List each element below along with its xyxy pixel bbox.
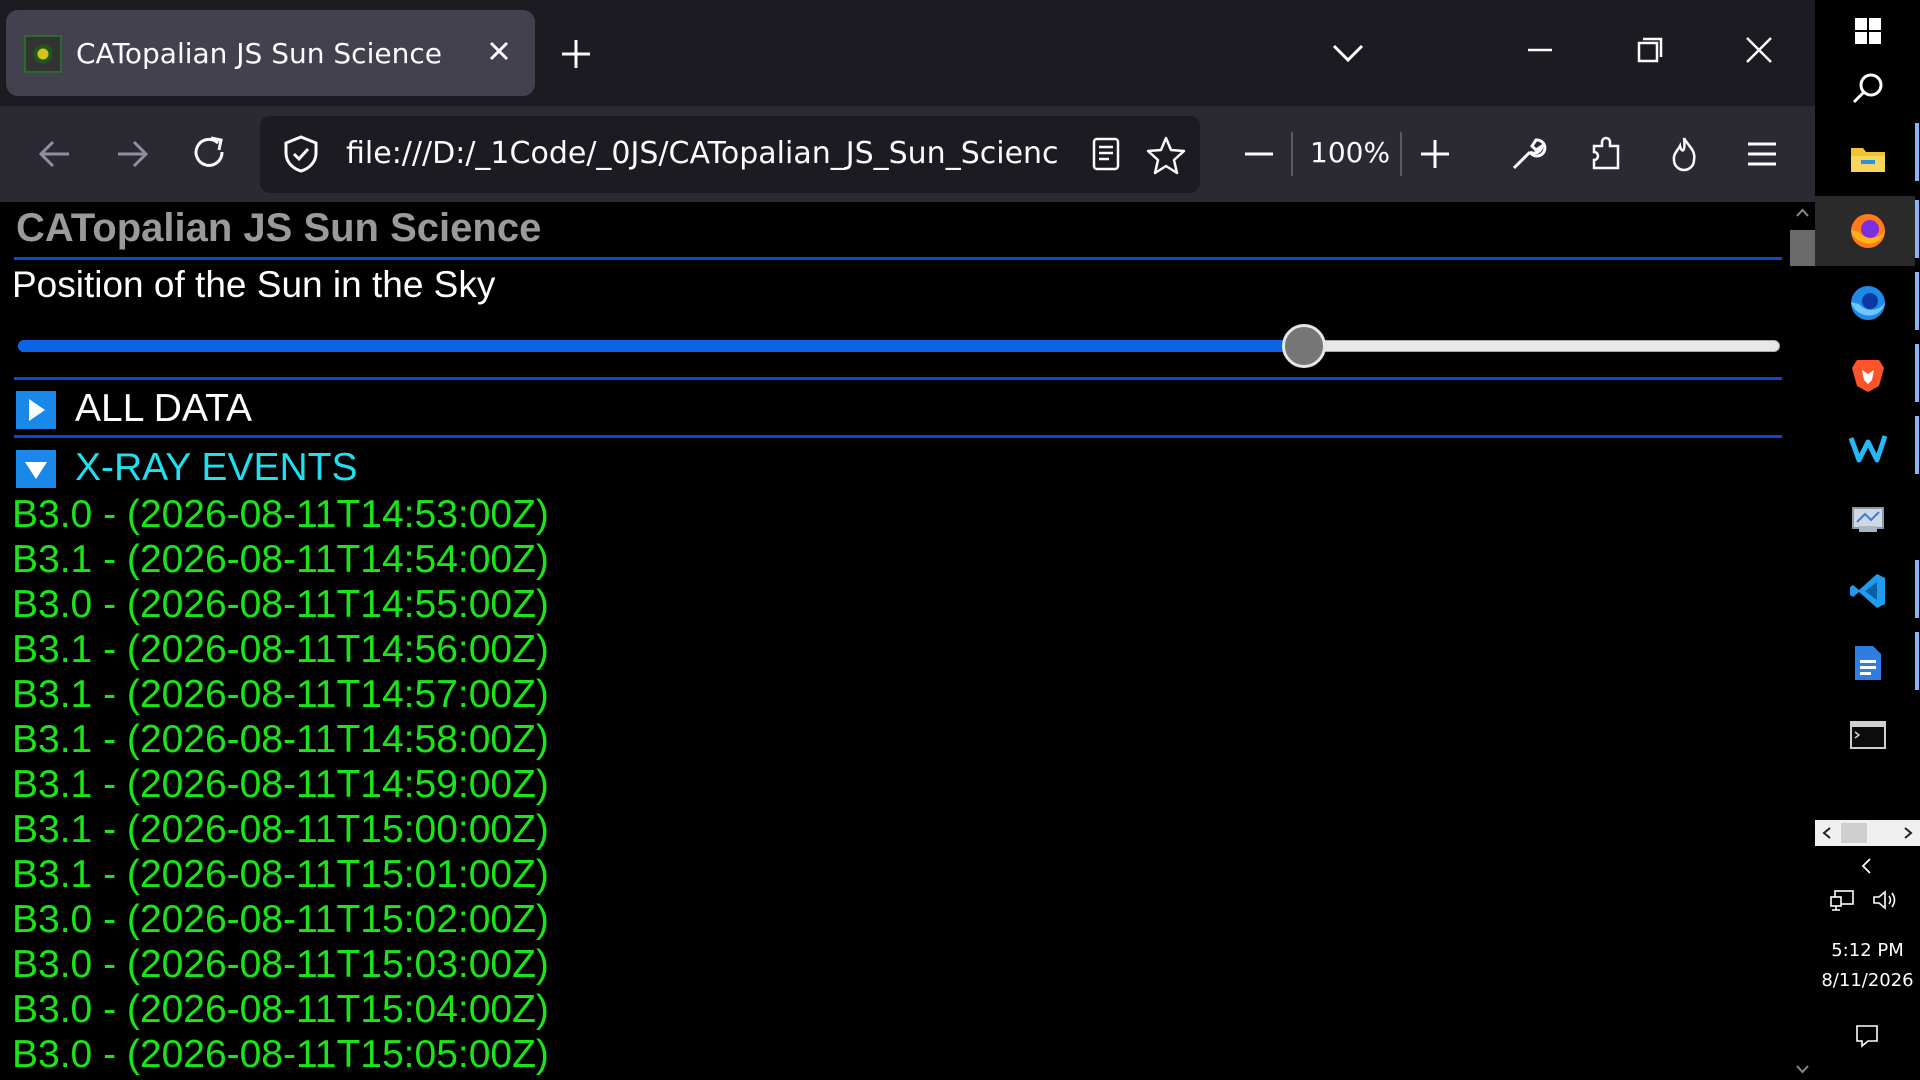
taskbar-active-indicator	[1915, 560, 1919, 618]
address-bar[interactable]: file:///D:/_1Code/_0JS/CATopalian_JS_Sun…	[260, 116, 1200, 193]
xray-event-item: B3.1 - (2026-08-11T15:00:00Z)	[12, 808, 549, 851]
reload-button[interactable]	[188, 132, 232, 176]
docs-icon[interactable]	[1845, 640, 1891, 686]
taskbar-active-indicator	[1915, 123, 1919, 181]
close-window-button[interactable]	[1741, 32, 1777, 68]
browser-window: CATopalian JS Sun Science file:///D:/_1C…	[0, 0, 1815, 1080]
firefox-developer-icon[interactable]	[1845, 280, 1891, 326]
tab-title: CATopalian JS Sun Science	[76, 37, 442, 70]
xray-event-list: B3.0 - (2026-08-11T14:53:00Z) B3.1 - (202…	[12, 492, 549, 1077]
xray-event-item: B3.1 - (2026-08-11T14:57:00Z)	[12, 673, 549, 716]
page-heading: CATopalian JS Sun Science	[16, 206, 542, 250]
new-tab-button[interactable]	[556, 34, 596, 74]
xray-event-item: B3.0 - (2026-08-11T14:55:00Z)	[12, 583, 549, 626]
back-button[interactable]	[33, 132, 77, 176]
restore-button[interactable]	[1632, 32, 1668, 68]
hamburger-menu-icon[interactable]	[1740, 132, 1784, 176]
windsurf-icon[interactable]	[1845, 424, 1891, 470]
brave-icon[interactable]	[1845, 352, 1891, 398]
section-label-xray-events[interactable]: X-RAY EVENTS	[75, 446, 357, 490]
file-explorer-icon[interactable]	[1845, 136, 1891, 182]
divider	[14, 435, 1782, 438]
clock-time[interactable]: 5:12 PM	[1815, 940, 1920, 961]
xray-event-item: B3.0 - (2026-08-11T15:04:00Z)	[12, 988, 549, 1031]
terminal-icon[interactable]	[1845, 712, 1891, 758]
expand-toggle[interactable]	[16, 391, 56, 429]
xray-event-item: B3.1 - (2026-08-11T14:54:00Z)	[12, 538, 549, 581]
scroll-down-icon[interactable]	[1795, 1062, 1810, 1076]
windows-start-icon[interactable]	[1845, 8, 1891, 54]
toolbar-separator	[1400, 132, 1402, 176]
xray-event-item: B3.0 - (2026-08-11T14:53:00Z)	[12, 493, 549, 536]
flame-icon[interactable]	[1662, 132, 1706, 176]
forward-button[interactable]	[110, 132, 154, 176]
zoom-out-button[interactable]	[1237, 132, 1281, 176]
windows-taskbar: 5:12 PM 8/11/2026	[1815, 0, 1920, 1080]
toolbar-separator	[1291, 132, 1293, 176]
sun-position-label: Position of the Sun in the Sky	[12, 264, 496, 305]
divider	[14, 377, 1782, 380]
section-label-all-data[interactable]: ALL DATA	[75, 387, 252, 431]
sun-position-slider[interactable]	[18, 324, 1780, 368]
network-icon[interactable]	[1829, 888, 1857, 912]
xray-event-item: B3.1 - (2026-08-11T14:59:00Z)	[12, 763, 549, 806]
taskbar-scroll-thumb[interactable]	[1841, 823, 1867, 843]
navigation-toolbar: file:///D:/_1Code/_0JS/CATopalian_JS_Sun…	[0, 106, 1815, 202]
volume-icon[interactable]	[1871, 888, 1901, 912]
taskbar-active-indicator	[1915, 200, 1919, 258]
xray-event-item: B3.1 - (2026-08-11T15:01:00Z)	[12, 853, 549, 896]
shield-icon[interactable]	[280, 133, 322, 175]
scrollbar-thumb[interactable]	[1790, 230, 1815, 266]
bookmark-star-icon[interactable]	[1145, 134, 1187, 176]
taskbar-active-indicator	[1915, 344, 1919, 402]
reader-view-icon[interactable]	[1086, 134, 1126, 174]
close-tab-icon[interactable]	[481, 33, 517, 69]
slider-thumb[interactable]	[1282, 324, 1327, 368]
slider-fill	[18, 340, 1305, 352]
page-content: CATopalian JS Sun Science Position of th…	[0, 202, 1790, 1080]
zoom-level[interactable]: 100%	[1310, 136, 1390, 169]
taskbar-scroll[interactable]	[1815, 820, 1920, 846]
xray-event-item: B3.0 - (2026-08-11T15:05:00Z)	[12, 1033, 549, 1076]
chevron-right-icon[interactable]	[1902, 826, 1914, 840]
search-icon[interactable]	[1845, 66, 1891, 112]
chevron-left-icon[interactable]	[1821, 826, 1833, 840]
firefox-icon[interactable]	[1845, 208, 1891, 254]
xray-event-item: B3.0 - (2026-08-11T15:03:00Z)	[12, 943, 549, 986]
favicon-icon	[24, 35, 62, 73]
collapse-toggle[interactable]	[16, 450, 56, 488]
chevron-down-icon[interactable]	[1330, 38, 1366, 68]
clock-date[interactable]: 8/11/2026	[1815, 970, 1920, 991]
taskbar-active-indicator	[1915, 632, 1919, 690]
minimize-button[interactable]	[1522, 32, 1558, 68]
taskbar-active-indicator	[1915, 272, 1919, 330]
tab-bar: CATopalian JS Sun Science	[0, 0, 1815, 106]
app-icon[interactable]	[1845, 496, 1891, 542]
notifications-icon[interactable]	[1853, 1022, 1881, 1050]
extensions-icon[interactable]	[1584, 132, 1628, 176]
divider	[14, 257, 1782, 260]
xray-event-item: B3.1 - (2026-08-11T14:56:00Z)	[12, 628, 549, 671]
vertical-scrollbar[interactable]	[1790, 202, 1815, 1080]
vscode-icon[interactable]	[1845, 568, 1891, 614]
taskbar-active-indicator	[1915, 416, 1919, 474]
zoom-in-button[interactable]	[1413, 132, 1457, 176]
xray-event-item: B3.1 - (2026-08-11T14:58:00Z)	[12, 718, 549, 761]
tab-active[interactable]: CATopalian JS Sun Science	[6, 10, 535, 96]
xray-event-item: B3.0 - (2026-08-11T15:02:00Z)	[12, 898, 549, 941]
wrench-icon[interactable]	[1506, 132, 1550, 176]
play-right-icon	[29, 399, 45, 421]
show-hidden-icons-chevron-icon[interactable]	[1859, 856, 1875, 876]
triangle-down-icon	[25, 462, 47, 479]
url-text: file:///D:/_1Code/_0JS/CATopalian_JS_Sun…	[346, 136, 1060, 171]
scroll-up-icon[interactable]	[1795, 206, 1810, 220]
